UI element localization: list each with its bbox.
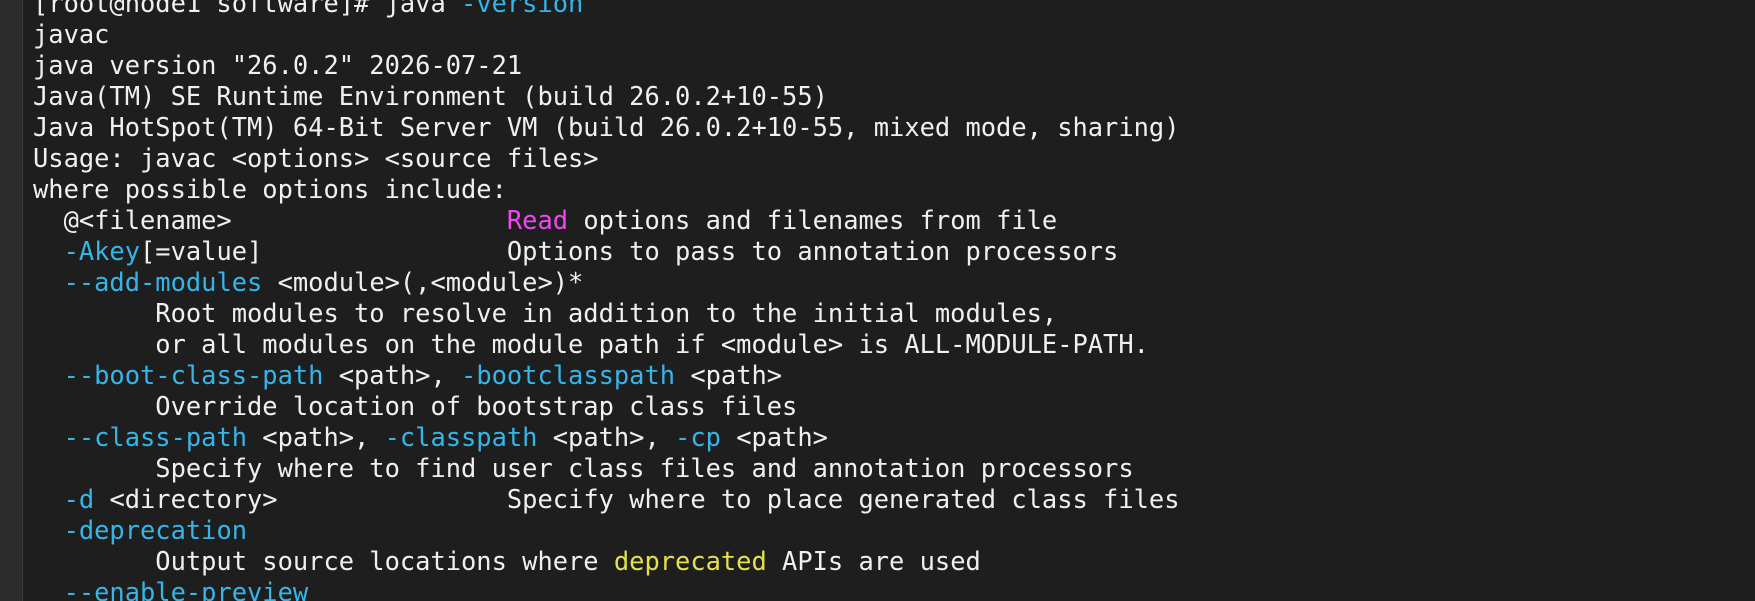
terminal-output-line: java version "26.0.2" 2026-07-21 bbox=[33, 50, 1755, 81]
terminal-text: Output source locations where bbox=[33, 546, 614, 576]
option-flag-text: --enable-preview bbox=[63, 577, 309, 601]
highlighted-keyword: Read bbox=[506, 205, 569, 235]
option-flag-text: --add-modules bbox=[63, 267, 263, 297]
terminal-text: <module>(,<module>)* bbox=[262, 267, 584, 297]
terminal-text: Root modules to resolve in addition to t… bbox=[33, 298, 1058, 328]
terminal-window[interactable]: [root@node1 software]# java -version java… bbox=[0, 0, 1755, 601]
option-flag-text: -d bbox=[63, 484, 95, 514]
terminal-text: <path> bbox=[675, 360, 783, 390]
option-flag-text: -version bbox=[461, 0, 584, 18]
terminal-text: or all modules on the module path if <mo… bbox=[33, 329, 1149, 359]
terminal-text: Override location of bootstrap class fil… bbox=[33, 391, 798, 421]
terminal-text: [root@node1 software]# java bbox=[33, 0, 462, 18]
terminal-output-line: -Akey[=value] Options to pass to annotat… bbox=[33, 236, 1755, 267]
terminal-output-line: --enable-preview bbox=[33, 577, 1755, 601]
terminal-text: Usage: javac <options> <source files> bbox=[33, 143, 599, 173]
terminal-text: APIs are used bbox=[766, 546, 981, 576]
terminal-output-line: --boot-class-path <path>, -bootclasspath… bbox=[33, 360, 1755, 391]
terminal-output-line: -deprecation bbox=[33, 515, 1755, 546]
terminal-output-line: Output source locations where deprecated… bbox=[33, 546, 1755, 577]
terminal-output-line: Specify where to find user class files a… bbox=[33, 453, 1755, 484]
terminal-output-line: Java HotSpot(TM) 64-Bit Server VM (build… bbox=[33, 112, 1755, 143]
terminal-text: options and filenames from file bbox=[568, 205, 1058, 235]
option-flag-text: -bootclasspath bbox=[461, 360, 676, 390]
terminal-output-line: Root modules to resolve in addition to t… bbox=[33, 298, 1755, 329]
terminal-text: java version "26.0.2" 2026-07-21 bbox=[33, 50, 523, 80]
terminal-text: Specify where to find user class files a… bbox=[33, 453, 1134, 483]
terminal-output-line: javac bbox=[33, 19, 1755, 50]
terminal-text: <path>, bbox=[323, 360, 462, 390]
terminal-output-line: Override location of bootstrap class fil… bbox=[33, 391, 1755, 422]
option-flag-text: --class-path bbox=[63, 422, 248, 452]
option-flag-text: -Akey bbox=[63, 236, 141, 266]
terminal-text: <path>, bbox=[247, 422, 385, 452]
option-flag-text: -classpath bbox=[384, 422, 538, 452]
terminal-text: [=value] Options to pass to annotation p… bbox=[140, 236, 1119, 266]
terminal-left-gutter bbox=[0, 0, 23, 601]
terminal-text: Java HotSpot(TM) 64-Bit Server VM (build… bbox=[33, 112, 1180, 142]
terminal-output-line: or all modules on the module path if <mo… bbox=[33, 329, 1755, 360]
terminal-text: @<filename> bbox=[33, 205, 507, 235]
terminal-output-line: --class-path <path>, -classpath <path>, … bbox=[33, 422, 1755, 453]
terminal-output-line: @<filename> Read options and filenames f… bbox=[33, 205, 1755, 236]
terminal-output-line: Java(TM) SE Runtime Environment (build 2… bbox=[33, 81, 1755, 112]
terminal-command-line: [root@node1 software]# java -version bbox=[33, 0, 1755, 19]
terminal-text: Java(TM) SE Runtime Environment (build 2… bbox=[33, 81, 828, 111]
terminal-output-line: -d <directory> Specify where to place ge… bbox=[33, 484, 1755, 515]
terminal-text: <path> bbox=[720, 422, 828, 452]
terminal-text: javac bbox=[33, 19, 110, 49]
option-flag-text: -cp bbox=[675, 422, 721, 452]
terminal-output: [root@node1 software]# java -version java… bbox=[33, 0, 1755, 601]
terminal-output-line: Usage: javac <options> <source files> bbox=[33, 143, 1755, 174]
terminal-output-line: --add-modules <module>(,<module>)* bbox=[33, 267, 1755, 298]
option-flag-text: -deprecation bbox=[63, 515, 248, 545]
terminal-text: <directory> Specify where to place gener… bbox=[94, 484, 1180, 514]
terminal-text: <path>, bbox=[537, 422, 676, 452]
terminal-output-line: where possible options include: bbox=[33, 174, 1755, 205]
highlighted-keyword: deprecated bbox=[613, 546, 767, 576]
option-flag-text: --boot-class-path bbox=[63, 360, 324, 390]
terminal-text: where possible options include: bbox=[33, 174, 507, 204]
